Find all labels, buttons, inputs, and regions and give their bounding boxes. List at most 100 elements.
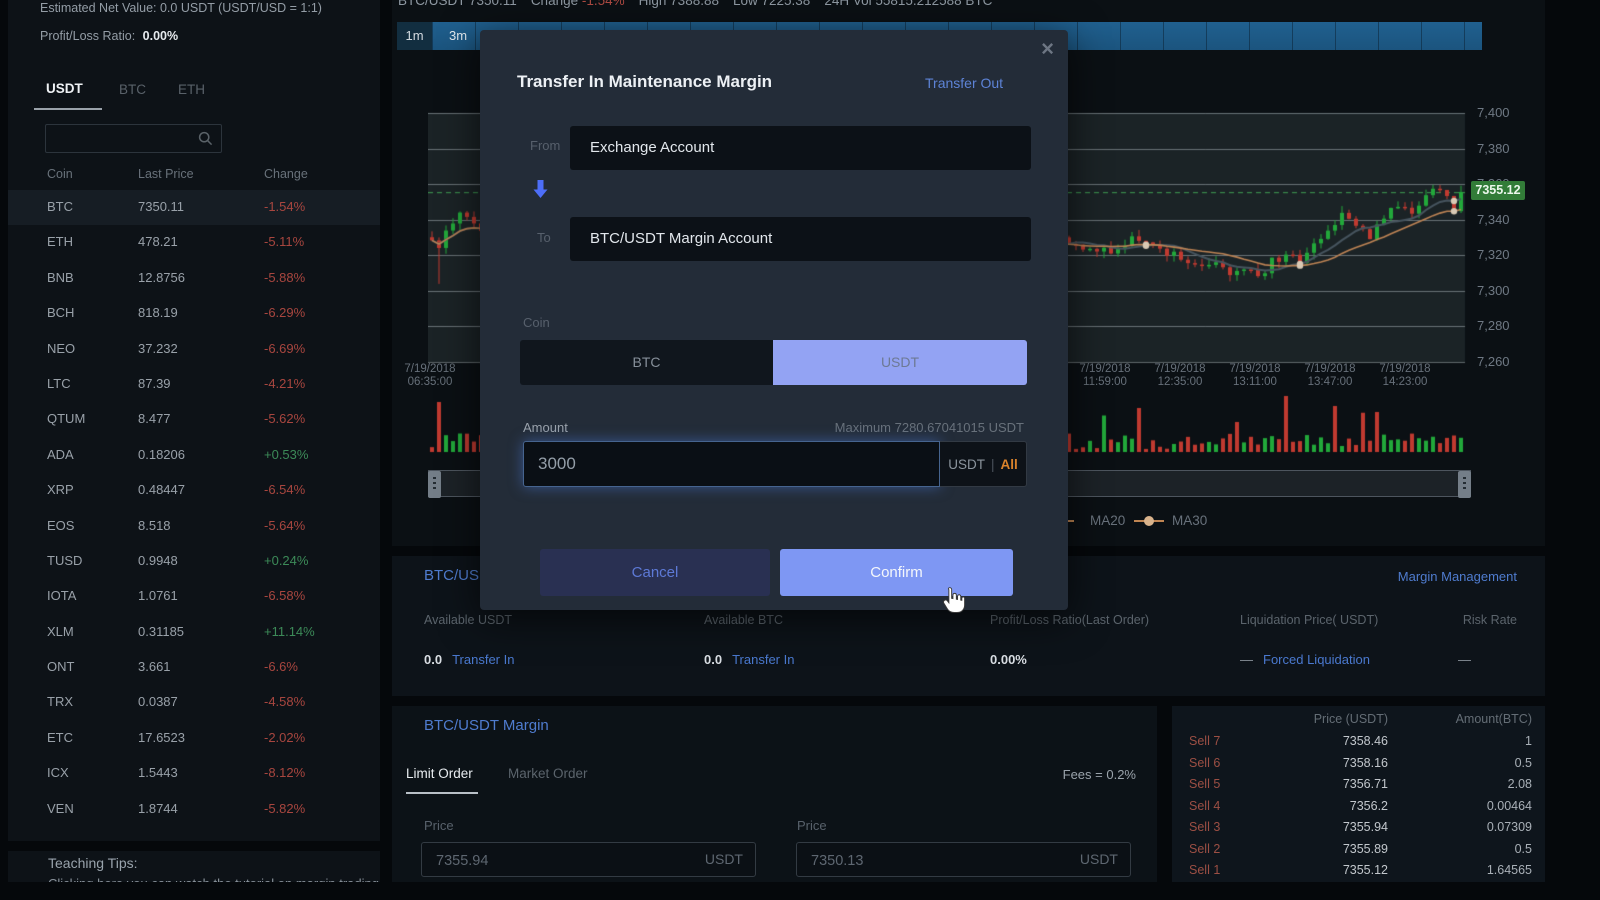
tab-limit-order[interactable]: Limit Order xyxy=(406,766,473,781)
info-col-value: —Forced Liquidation xyxy=(1240,652,1370,667)
buy-price-input[interactable] xyxy=(434,843,688,878)
coin-row[interactable]: BTC 7350.11 -1.54% xyxy=(8,190,380,225)
sell-level-label: Sell 2 xyxy=(1189,842,1220,856)
coin-last-price: 3.661 xyxy=(138,659,171,674)
coin-symbol: LTC xyxy=(47,376,71,391)
coin-last-price: 17.6523 xyxy=(138,730,185,745)
order-book-row[interactable]: Sell 47356.20.00464 xyxy=(1172,796,1545,818)
coin-last-price: 12.8756 xyxy=(138,270,185,285)
coin-change: -8.12% xyxy=(264,765,305,780)
order-book-row[interactable]: Sell 57356.712.08 xyxy=(1172,774,1545,796)
coin-option-usdt[interactable]: USDT xyxy=(773,340,1027,385)
info-link[interactable]: Forced Liquidation xyxy=(1263,652,1370,667)
coin-row[interactable]: ONT3.661-6.6% xyxy=(8,650,380,685)
sell-amount: 1 xyxy=(1388,734,1532,748)
coin-last-price: 818.19 xyxy=(138,305,178,320)
sell-amount: 0.5 xyxy=(1388,756,1532,770)
interval-tab-3m[interactable]: 3m xyxy=(440,22,476,50)
coin-row[interactable]: ETC17.6523-2.02% xyxy=(8,721,380,756)
coin-symbol: EOS xyxy=(47,518,74,533)
net-value: 0.0 USDT (USDT/USD = 1:1) xyxy=(160,1,322,15)
coin-search-box[interactable] xyxy=(45,124,222,153)
coin-row[interactable]: BCH818.19-6.29% xyxy=(8,296,380,331)
order-book-row[interactable]: Sell 17355.121.64565 xyxy=(1172,860,1545,882)
coin-row[interactable]: LTC87.39-4.21% xyxy=(8,367,380,402)
coin-change: -1.54% xyxy=(264,199,305,214)
time-axis-label: 7/19/201814:23:00 xyxy=(1368,363,1442,389)
amount-field-group: USDT | All xyxy=(523,441,1027,487)
amount-all-button[interactable]: All xyxy=(1001,457,1018,472)
coin-row[interactable]: EOS8.518-5.64% xyxy=(8,509,380,544)
coin-last-price: 0.31185 xyxy=(138,624,184,639)
coin-last-price: 7350.11 xyxy=(138,199,184,214)
coin-last-price: 37.232 xyxy=(138,341,178,356)
close-icon[interactable]: × xyxy=(1041,36,1054,62)
scrollbar-left-handle[interactable] xyxy=(428,471,441,498)
amount-unit-group: USDT | All xyxy=(940,441,1027,487)
coin-row[interactable]: IOTA1.0761-6.58% xyxy=(8,579,380,614)
sell-price-input[interactable] xyxy=(809,843,1063,878)
tab-usdt[interactable]: USDT xyxy=(46,81,83,96)
coin-symbol: VEN xyxy=(47,801,74,816)
sell-price: 7356.2 xyxy=(1232,799,1388,813)
from-account-field[interactable]: Exchange Account xyxy=(570,126,1031,170)
cancel-button[interactable]: Cancel xyxy=(540,549,770,596)
coin-change: -5.88% xyxy=(264,270,305,285)
pl-value: 0.00% xyxy=(143,29,178,43)
buy-price-field[interactable]: USDT xyxy=(421,842,756,877)
profit-loss-ratio: Profit/Loss Ratio: 0.00% xyxy=(40,29,178,43)
sell-price: 7355.94 xyxy=(1232,820,1388,834)
info-link[interactable]: Transfer In xyxy=(732,652,794,667)
order-book-row[interactable]: Sell 37355.940.07309 xyxy=(1172,817,1545,839)
unit-divider: | xyxy=(991,457,995,472)
coin-row[interactable]: NEO37.232-6.69% xyxy=(8,332,380,367)
order-book-row[interactable]: Sell 67358.160.5 xyxy=(1172,753,1545,775)
info-link[interactable]: Transfer In xyxy=(452,652,514,667)
sell-price-unit: USDT xyxy=(1080,851,1118,867)
time-axis-label: 7/19/201811:59:00 xyxy=(1068,363,1142,389)
amount-maximum: Maximum 7280.67041015 USDT xyxy=(835,420,1024,435)
to-label: To xyxy=(537,230,551,245)
order-book-row[interactable]: Sell 77358.461 xyxy=(1172,731,1545,753)
coin-row[interactable]: XRP0.48447-6.54% xyxy=(8,473,380,508)
to-account-field[interactable]: BTC/USDT Margin Account xyxy=(570,217,1031,261)
sell-amount: 0.07309 xyxy=(1388,820,1532,834)
time-axis-label: 7/19/201812:35:00 xyxy=(1143,363,1217,389)
book-price-header: Price (USDT) xyxy=(1272,712,1388,726)
coin-row[interactable]: VEN1.8744-5.82% xyxy=(8,792,380,827)
coin-row[interactable]: TUSD0.9948+0.24% xyxy=(8,544,380,579)
coin-row[interactable]: BNB12.8756-5.88% xyxy=(8,261,380,296)
coin-row[interactable]: ICX1.5443-8.12% xyxy=(8,756,380,791)
price-axis-label: 7,300 xyxy=(1477,283,1537,298)
scrollbar-right-handle[interactable] xyxy=(1458,471,1471,498)
info-value: 0.00% xyxy=(990,652,1027,667)
search-input[interactable] xyxy=(52,126,196,153)
tab-eth[interactable]: ETH xyxy=(178,82,205,97)
coin-symbol: BTC xyxy=(47,199,73,214)
coin-row[interactable]: ADA0.18206+0.53% xyxy=(8,438,380,473)
coin-row[interactable]: ETH478.21-5.11% xyxy=(8,225,380,260)
amount-input[interactable] xyxy=(523,441,940,487)
order-book-row[interactable]: Sell 27355.890.5 xyxy=(1172,839,1545,861)
active-tab-underline xyxy=(34,108,102,110)
order-book-panel: Price (USDT) Amount(BTC) Sell 77358.461S… xyxy=(1172,706,1545,882)
coin-last-price: 8.477 xyxy=(138,411,171,426)
sell-price-label: Price xyxy=(797,818,827,833)
transfer-out-link[interactable]: Transfer Out xyxy=(925,75,1003,91)
coin-row[interactable]: TRX0.0387-4.58% xyxy=(8,685,380,720)
interval-tab-1m[interactable]: 1m xyxy=(397,22,432,50)
margin-management-link[interactable]: Margin Management xyxy=(1398,569,1517,584)
coin-last-price: 1.5443 xyxy=(138,765,178,780)
confirm-button[interactable]: Confirm xyxy=(780,549,1013,596)
tab-market-order[interactable]: Market Order xyxy=(508,766,588,781)
trade-panel-title: BTC/USDT Margin xyxy=(424,717,549,734)
col-last-price: Last Price xyxy=(138,167,194,181)
coin-row[interactable]: QTUM8.477-5.62% xyxy=(8,402,380,437)
sell-price: 7358.46 xyxy=(1232,734,1388,748)
coin-row[interactable]: XLM0.31185+11.14% xyxy=(8,615,380,650)
sell-amount: 1.64565 xyxy=(1388,863,1532,877)
sell-price-field[interactable]: USDT xyxy=(796,842,1131,877)
tab-btc[interactable]: BTC xyxy=(119,82,146,97)
info-value: — xyxy=(1458,652,1471,667)
coin-option-btc[interactable]: BTC xyxy=(520,340,773,385)
